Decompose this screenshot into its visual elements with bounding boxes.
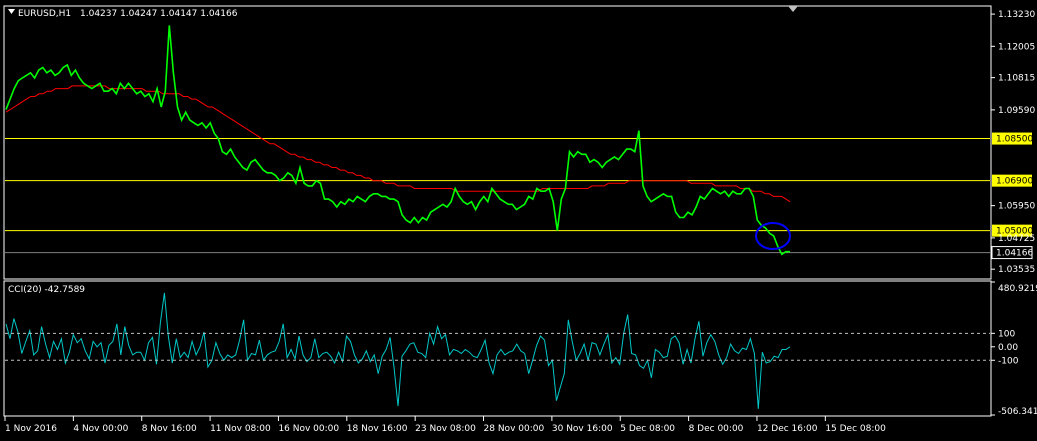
chart-shift-marker[interactable]: [788, 6, 798, 12]
cci-tick-label: 0.00: [998, 343, 1018, 353]
time-tick-label: 12 Dec 16:00: [757, 424, 818, 434]
time-tick-label: 15 Dec 08:00: [825, 424, 886, 434]
indicator-pane-frame: [3, 280, 992, 417]
chart-canvas[interactable]: 1.085001.069001.050001.04166 1.132301.12…: [0, 0, 1037, 441]
cci-indicator-label: CCI(20) -42.7589: [8, 285, 85, 295]
time-tick-label: 1 Nov 2016: [5, 424, 57, 434]
time-tick-label: 11 Nov 08:00: [210, 424, 271, 434]
price-tick-label: 1.09590: [998, 106, 1035, 116]
dropdown-triangle-icon[interactable]: [8, 9, 15, 14]
time-tick-label: 23 Nov 08:00: [415, 424, 476, 434]
cci-indicator: [5, 292, 791, 409]
current-price-label: 1.04166: [996, 249, 1033, 259]
level-label: 1.06900: [996, 177, 1033, 187]
time-tick-label: 16 Nov 00:00: [278, 424, 339, 434]
cci-tick-label: 100: [998, 329, 1015, 339]
symbol-label: EURUSD,H1: [18, 9, 71, 19]
price-tick-label: 1.13230: [998, 10, 1035, 20]
time-axis: 1 Nov 2016 4 Nov 00:00 8 Nov 16:00 11 Nov 0…: [4, 416, 886, 434]
price-tick-label: 1.12005: [998, 42, 1035, 52]
time-tick-label: 8 Nov 16:00: [142, 424, 197, 434]
price-tick-label: 1.03535: [998, 265, 1035, 275]
price-series: [5, 25, 790, 256]
time-tick-label: 4 Nov 00:00: [73, 424, 128, 434]
time-tick-label: 28 Nov 00:00: [484, 424, 545, 434]
moving-average-line: [5, 85, 791, 203]
moving-average: [5, 85, 791, 203]
time-tick-label: 30 Nov 16:00: [552, 424, 613, 434]
price-tick-label: 1.10815: [998, 74, 1035, 84]
cci-line: [5, 292, 791, 409]
cci-axis: 480.9219 100 0.00 -100 -506.341: [5, 281, 1037, 417]
cci-tick-label: -100: [998, 356, 1019, 366]
cci-tick-label: 480.9219: [998, 284, 1037, 294]
main-pane-frame: [3, 5, 992, 280]
price-tick-label: 1.04725: [998, 234, 1035, 244]
time-tick-label: 5 Dec 08:00: [620, 424, 675, 434]
time-tick-label: 8 Dec 00:00: [689, 424, 744, 434]
level-label: 1.08500: [996, 135, 1033, 145]
price-tick-label: 1.05950: [998, 202, 1035, 212]
horizontal-levels[interactable]: 1.085001.069001.050001.04166: [5, 132, 1033, 260]
ohlc-label: 1.04237 1.04247 1.04147 1.04166: [80, 9, 238, 19]
cci-tick-label: -506.341: [998, 407, 1037, 417]
time-tick-label: 18 Nov 16:00: [347, 424, 408, 434]
price-line: [5, 25, 790, 256]
